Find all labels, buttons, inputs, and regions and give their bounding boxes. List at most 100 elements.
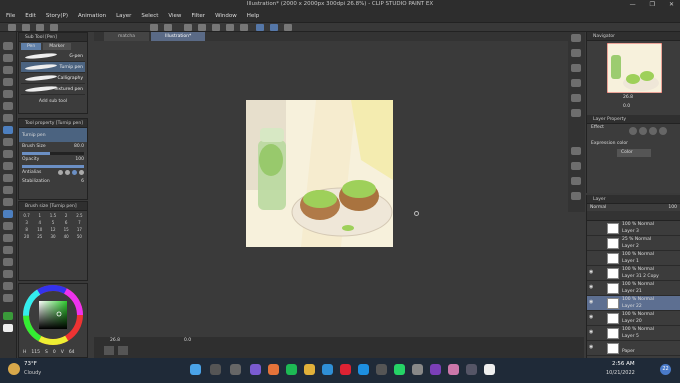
history-dock-icon[interactable] <box>571 79 581 87</box>
layer-row[interactable]: 100 % Normal Layer 1 <box>587 251 680 266</box>
size-option[interactable]: 17 <box>74 227 85 232</box>
material-dock-icon[interactable] <box>571 109 581 117</box>
brush-item[interactable]: Textured pen <box>21 84 85 95</box>
size-option[interactable]: 15 <box>61 227 72 232</box>
navigator-dock-icon[interactable] <box>571 34 581 42</box>
move-layer-tool-icon[interactable] <box>3 78 13 86</box>
brush-item-selected[interactable]: Turnip pen <box>21 62 85 73</box>
frame-icon[interactable] <box>118 346 128 355</box>
size-option[interactable]: 0.7 <box>21 213 32 218</box>
menu-edit[interactable]: Edit <box>25 13 36 19</box>
layer-property-dock-icon[interactable] <box>571 147 581 155</box>
tab-illustration[interactable]: Illustration* <box>151 32 206 41</box>
file-explorer-icon[interactable] <box>304 364 315 375</box>
brush-item[interactable]: Calligraphy <box>21 73 85 84</box>
deselect-icon[interactable] <box>226 24 234 31</box>
auto-action-dock-icon[interactable] <box>571 94 581 102</box>
canvas-area[interactable] <box>94 41 584 337</box>
snap-ruler-icon[interactable] <box>256 24 264 31</box>
size-option[interactable]: 4 <box>34 220 45 225</box>
invert-selection-icon[interactable] <box>240 24 248 31</box>
app2-icon[interactable] <box>412 364 423 375</box>
whatsapp-icon[interactable] <box>394 364 405 375</box>
size-option[interactable]: 3 <box>21 220 32 225</box>
start-icon[interactable] <box>190 364 201 375</box>
app5-icon[interactable] <box>466 364 477 375</box>
correct-line-tool-icon[interactable] <box>3 294 13 302</box>
size-option[interactable]: 1.5 <box>47 213 58 218</box>
auto-select-tool-icon[interactable] <box>3 102 13 110</box>
add-sub-tool-button[interactable]: Add sub tool <box>19 99 87 104</box>
gradient-tool-icon[interactable] <box>3 222 13 230</box>
layer-opacity-value[interactable]: 100 <box>668 205 677 210</box>
layer-list-icon[interactable] <box>104 346 114 355</box>
layer-row[interactable]: 100 % Normal Layer 3 <box>587 221 680 236</box>
maximize-button[interactable]: ❐ <box>650 1 655 8</box>
transform-icon[interactable] <box>212 24 220 31</box>
sub-color-swatch[interactable] <box>3 324 13 332</box>
status-zoom[interactable]: 26.8 <box>110 338 120 343</box>
opacity-slider[interactable] <box>22 165 84 168</box>
notification-badge[interactable]: 22 <box>660 364 671 375</box>
figure-tool-icon[interactable] <box>3 234 13 242</box>
stabilization-row[interactable]: Stabilization 6 <box>19 177 87 186</box>
navigator-preview[interactable] <box>607 43 662 93</box>
clear-icon[interactable] <box>184 24 192 31</box>
spotify-icon[interactable] <box>286 364 297 375</box>
fill-icon[interactable] <box>198 24 206 31</box>
task-view-icon[interactable] <box>230 364 241 375</box>
expression-color-select[interactable]: Color <box>617 149 651 157</box>
lightroom-icon[interactable] <box>358 364 369 375</box>
size-option[interactable]: 30 <box>47 234 58 239</box>
size-option[interactable]: 6 <box>61 220 72 225</box>
size-option[interactable]: 25 <box>34 234 45 239</box>
layer-row[interactable]: ◉ 100 % Normal Layer 31 2 Copy <box>587 266 680 281</box>
blend-mode-select[interactable]: Normal <box>590 205 606 210</box>
size-option[interactable]: 40 <box>61 234 72 239</box>
store-icon[interactable] <box>376 364 387 375</box>
tab-marker[interactable]: Marker <box>43 43 71 50</box>
brush-size-slider[interactable] <box>22 152 84 155</box>
tab-pen[interactable]: Pen <box>21 43 42 50</box>
info-dock-icon[interactable] <box>571 64 581 72</box>
minimize-button[interactable]: — <box>630 1 636 8</box>
artwork-canvas[interactable] <box>246 100 393 247</box>
visibility-eye-icon[interactable] <box>589 240 595 245</box>
animation-dock-icon[interactable] <box>571 177 581 185</box>
visibility-eye-icon[interactable]: ◉ <box>589 315 595 320</box>
size-option[interactable]: 10 <box>34 227 45 232</box>
zoom-tool-icon[interactable] <box>3 42 13 50</box>
visibility-eye-icon[interactable]: ◉ <box>589 345 595 350</box>
snap-grid-icon[interactable] <box>284 24 292 31</box>
menu-window[interactable]: Window <box>215 13 237 19</box>
new-icon[interactable] <box>22 24 30 31</box>
close-button[interactable]: ✕ <box>669 1 674 8</box>
layer-row[interactable]: ◉ 100 % Normal Layer 22 <box>587 296 680 311</box>
ruler-tool-icon[interactable] <box>3 258 13 266</box>
clock-time[interactable]: 2:56 AM <box>612 361 635 367</box>
visibility-eye-icon[interactable]: ◉ <box>589 330 595 335</box>
operation-tool-icon[interactable] <box>3 66 13 74</box>
menu-view[interactable]: View <box>168 13 181 19</box>
clip-studio-icon[interactable] <box>484 364 495 375</box>
effect-border-icon[interactable] <box>629 127 637 135</box>
text-tool-icon[interactable] <box>3 270 13 278</box>
edge-icon[interactable] <box>322 364 333 375</box>
navigator-zoom[interactable]: 26.8 <box>623 95 633 100</box>
visibility-eye-icon[interactable]: ◉ <box>589 285 595 290</box>
clock-date[interactable]: 10/21/2022 <box>606 370 635 376</box>
visibility-eye-icon[interactable] <box>589 255 595 260</box>
save-icon[interactable] <box>50 24 58 31</box>
effect-mask-icon[interactable] <box>659 127 667 135</box>
opacity-row[interactable]: Opacity 100 <box>19 155 87 164</box>
main-color-swatch[interactable] <box>3 312 13 320</box>
menu-story[interactable]: Story(P) <box>46 13 68 19</box>
size-option[interactable]: 50 <box>74 234 85 239</box>
tab-matcha[interactable]: matcha <box>104 32 149 41</box>
layer-row[interactable]: ◉ 100 % Normal Layer 21 <box>587 281 680 296</box>
snap-special-ruler-icon[interactable] <box>270 24 278 31</box>
weather-desc[interactable]: Cloudy <box>24 370 41 376</box>
visibility-eye-icon[interactable]: ◉ <box>589 270 595 275</box>
airbrush-tool-icon[interactable] <box>3 162 13 170</box>
size-option[interactable]: 5 <box>47 220 58 225</box>
